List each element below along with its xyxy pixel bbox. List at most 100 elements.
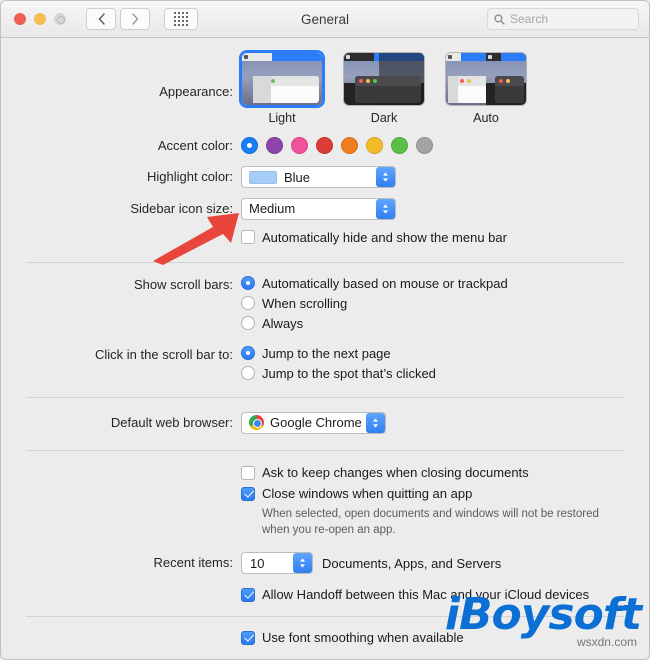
default-browser-label: Default web browser: [110, 414, 233, 430]
accent-swatch-orange[interactable] [341, 137, 358, 154]
scrollbar-option-auto[interactable]: Automatically based on mouse or trackpad [241, 276, 649, 291]
default-browser-row: Default web browser: Google Chrome [1, 411, 649, 436]
light-theme-thumbnail [241, 52, 323, 106]
highlight-color-value: Blue [284, 169, 311, 185]
ask-keep-changes-label: Ask to keep changes when closing documen… [262, 465, 529, 480]
general-pane: Appearance: Light Dark Auto Accent color… [1, 38, 649, 645]
chevron-updown-icon [366, 412, 385, 433]
show-scroll-bars-row: Show scroll bars: Automatically based on… [1, 276, 649, 331]
handoff-label: Allow Handoff between this Mac and your … [262, 587, 590, 603]
scrollbar-label-auto: Automatically based on mouse or trackpad [262, 275, 508, 291]
recent-items-stepper[interactable]: 10 [241, 552, 313, 575]
sidebar-icon-size-row: Sidebar icon size: Medium [1, 197, 649, 220]
appearance-option-auto[interactable]: Auto [445, 52, 527, 125]
scrollbar-option-when-scrolling[interactable]: When scrolling [241, 296, 649, 311]
appearance-label-light: Light [268, 111, 296, 125]
search-placeholder: Search [510, 12, 549, 26]
traffic-lights [14, 13, 66, 25]
minimize-button[interactable] [34, 13, 46, 25]
scroll-click-label-next-page: Jump to the next page [262, 345, 391, 361]
scrollbar-click-row: Click in the scroll bar to: Jump to the … [1, 346, 649, 381]
appearance-label: Appearance: [159, 84, 233, 99]
divider-4 [26, 616, 624, 618]
recent-items-row: Recent items: 10 Documents, Apps, and Se… [1, 552, 649, 575]
show-scroll-bars-label: Show scroll bars: [134, 276, 233, 292]
appearance-row: Appearance: Light Dark Auto [1, 52, 649, 125]
sidebar-icon-size-select[interactable]: Medium [241, 197, 396, 220]
appearance-option-dark[interactable]: Dark [343, 52, 425, 125]
highlight-color-row: Highlight color: Blue [1, 166, 649, 189]
close-button[interactable] [14, 13, 26, 25]
font-smoothing-checkbox-row[interactable]: Use font smoothing when available [241, 630, 649, 645]
scroll-click-option-next-page[interactable]: Jump to the next page [241, 346, 649, 361]
title-bar: General Search [1, 1, 649, 38]
scrollbar-radio-auto[interactable] [241, 276, 255, 290]
autohide-menubar-label: Automatically hide and show the menu bar [262, 229, 507, 245]
accent-color-swatches [241, 137, 649, 154]
accent-swatch-graphite[interactable] [416, 137, 433, 154]
appearance-label-dark: Dark [370, 111, 398, 125]
divider-1 [26, 261, 624, 263]
font-smoothing-checkbox[interactable] [241, 630, 255, 645]
autohide-menubar-checkbox-row[interactable]: Automatically hide and show the menu bar [241, 230, 649, 245]
dark-theme-thumbnail [343, 52, 425, 106]
scrollbar-radio-always[interactable] [241, 316, 255, 330]
handoff-row: Allow Handoff between this Mac and your … [1, 587, 649, 602]
chevron-updown-icon[interactable] [293, 553, 312, 574]
scrollbar-radio-when-scrolling[interactable] [241, 296, 255, 310]
scrollbar-label-when-scrolling: When scrolling [262, 295, 348, 311]
auto-theme-thumbnail [445, 52, 527, 106]
recent-items-suffix: Documents, Apps, and Servers [322, 555, 502, 571]
close-windows-label: Close windows when quitting an app [262, 486, 473, 501]
zoom-button [54, 13, 66, 25]
accent-swatch-pink[interactable] [291, 137, 308, 154]
handoff-checkbox-row[interactable]: Allow Handoff between this Mac and your … [241, 587, 649, 602]
sidebar-icon-size-label: Sidebar icon size: [130, 200, 233, 216]
back-button[interactable] [86, 8, 116, 30]
accent-swatch-red[interactable] [316, 137, 333, 154]
default-browser-value: Google Chrome [270, 415, 362, 430]
close-windows-help-line2: when you re-open an app. [262, 523, 396, 536]
scrollbar-click-label: Click in the scroll bar to: [95, 346, 233, 362]
documents-row: Ask to keep changes when closing documen… [1, 465, 649, 538]
appearance-options: Light Dark Auto [241, 52, 649, 125]
handoff-checkbox[interactable] [241, 587, 255, 602]
scrollbar-label-always: Always [262, 315, 304, 331]
font-smoothing-label: Use font smoothing when available [262, 630, 464, 646]
scroll-click-label-spot-clicked: Jump to the spot that’s clicked [262, 365, 436, 381]
chevron-right-icon [131, 13, 138, 25]
forward-button[interactable] [120, 8, 150, 30]
scroll-click-radio-spot-clicked[interactable] [241, 366, 255, 380]
autohide-menubar-row: Automatically hide and show the menu bar [1, 230, 649, 245]
scrollbar-option-always[interactable]: Always [241, 316, 649, 331]
autohide-menubar-checkbox[interactable] [241, 230, 255, 244]
highlight-color-swatch [249, 170, 277, 184]
recent-items-label: Recent items: [153, 555, 233, 571]
accent-swatch-yellow[interactable] [366, 137, 383, 154]
recent-items-value: 10 [250, 555, 265, 571]
search-icon [494, 13, 505, 25]
search-field[interactable]: Search [487, 8, 639, 30]
ask-keep-changes-row[interactable]: Ask to keep changes when closing documen… [241, 465, 649, 480]
show-all-button[interactable] [164, 8, 198, 30]
chevron-updown-icon [376, 198, 395, 219]
appearance-label-auto: Auto [473, 111, 499, 125]
appearance-option-light[interactable]: Light [241, 52, 323, 125]
close-windows-help: When selected, open documents and window… [262, 507, 649, 538]
close-windows-help-line1: When selected, open documents and window… [262, 508, 599, 520]
accent-color-row: Accent color: [1, 137, 649, 154]
accent-swatch-blue[interactable] [241, 137, 258, 154]
scroll-click-radio-next-page[interactable] [241, 346, 255, 360]
scroll-click-option-spot-clicked[interactable]: Jump to the spot that’s clicked [241, 366, 649, 381]
accent-swatch-purple[interactable] [266, 137, 283, 154]
system-preferences-window: General Search Appearance: Light Dark Au… [0, 0, 650, 660]
ask-keep-changes-checkbox[interactable] [241, 465, 255, 480]
divider-2 [26, 396, 624, 398]
accent-swatch-green[interactable] [391, 137, 408, 154]
chrome-icon [249, 415, 264, 430]
close-windows-row[interactable]: Close windows when quitting an app [241, 486, 649, 501]
sidebar-icon-size-value: Medium [249, 201, 296, 216]
close-windows-checkbox[interactable] [241, 486, 255, 501]
highlight-color-select[interactable]: Blue [241, 166, 396, 188]
default-browser-select[interactable]: Google Chrome [241, 411, 386, 434]
